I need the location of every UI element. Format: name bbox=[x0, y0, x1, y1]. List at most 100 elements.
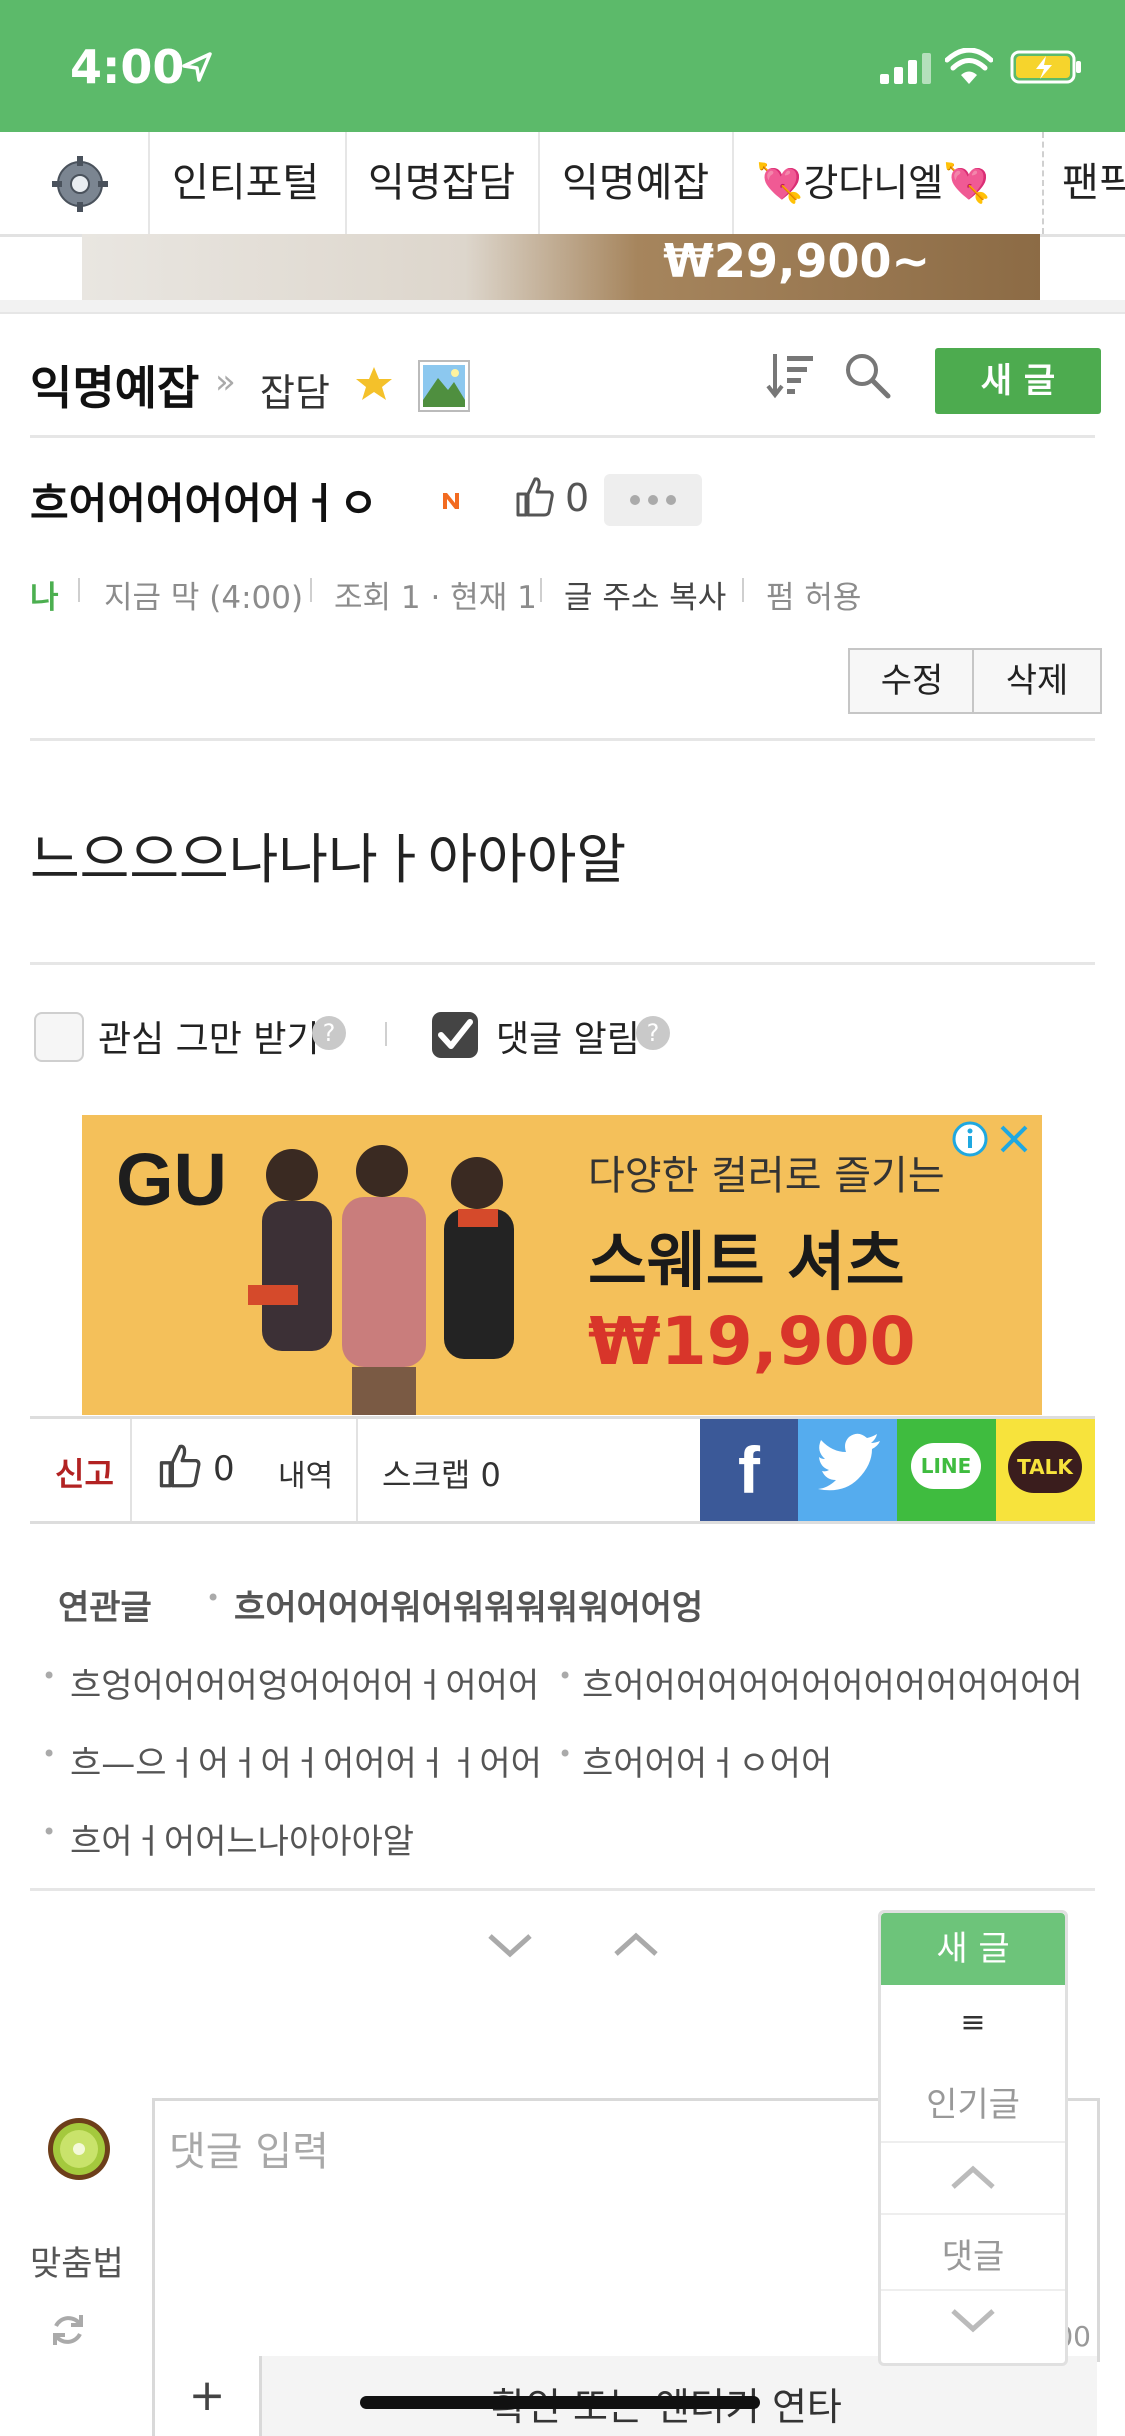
search-icon[interactable] bbox=[842, 350, 892, 404]
tab-anon-entertainment[interactable]: 익명예잡 bbox=[562, 132, 709, 234]
tab-intiportal[interactable]: 인티포털 bbox=[172, 132, 319, 234]
chevron-up-icon[interactable] bbox=[612, 1930, 660, 1964]
home-indicator bbox=[360, 2396, 760, 2409]
float-new-post-button[interactable]: 새 글 bbox=[881, 1913, 1065, 1985]
bullet: • bbox=[558, 1662, 573, 1690]
menu-icon[interactable]: ≡ bbox=[881, 2005, 1065, 2040]
related-item[interactable]: 흐어어어ㅓㅇ어어 bbox=[582, 1736, 832, 1785]
float-comments-link[interactable]: 댓글 bbox=[881, 2229, 1065, 2278]
comment-alert-label[interactable]: 댓글 알림 bbox=[496, 1010, 640, 1062]
like-thumb-icon[interactable] bbox=[515, 474, 555, 522]
chevron-up-icon[interactable] bbox=[949, 2163, 997, 2197]
ad-info-icon[interactable] bbox=[950, 1119, 990, 1163]
divider bbox=[30, 738, 1095, 741]
facebook-share-button[interactable]: f bbox=[700, 1419, 798, 1521]
report-button[interactable]: 신고 bbox=[55, 1449, 114, 1495]
divider bbox=[30, 962, 1095, 965]
wifi-icon bbox=[944, 47, 994, 90]
option-divider bbox=[385, 1022, 387, 1046]
post-author[interactable]: 나 bbox=[30, 572, 59, 617]
post-views: 조회 1 · 현재 1 bbox=[334, 580, 537, 616]
stop-interest-checkbox[interactable] bbox=[34, 1012, 84, 1062]
ad-close-icon[interactable] bbox=[996, 1121, 1032, 1161]
stop-interest-label[interactable]: 관심 그만 받기 bbox=[98, 1010, 320, 1062]
meta-divider bbox=[310, 578, 312, 602]
kakaotalk-label: TALK bbox=[1008, 1441, 1082, 1493]
spell-check-button[interactable]: 맞춤법 bbox=[30, 2236, 124, 2285]
nav-divider bbox=[732, 132, 734, 234]
help-icon[interactable]: ? bbox=[636, 1016, 670, 1050]
bullet: • bbox=[42, 1818, 57, 1846]
post-time: 지금 막 (4:00) bbox=[104, 580, 304, 616]
edit-button[interactable]: 수정 bbox=[848, 648, 976, 714]
divider bbox=[30, 1888, 1095, 1891]
sort-icon[interactable] bbox=[765, 350, 817, 404]
bullet: • bbox=[42, 1662, 57, 1690]
meta-divider bbox=[540, 578, 542, 602]
twitter-share-button[interactable] bbox=[798, 1419, 897, 1521]
settings-gear-icon[interactable] bbox=[50, 154, 110, 218]
line-share-label: LINE bbox=[911, 1443, 981, 1489]
related-item[interactable]: 흐어어어어워어워워워워워어어엉 bbox=[234, 1580, 703, 1629]
related-item[interactable]: 흐엉어어어어엉어어어어ㅓ어어어 bbox=[70, 1658, 560, 1707]
float-divider bbox=[881, 2213, 1065, 2215]
action-bar: 신고 0 내역 스크랩 0 f LINE TALK bbox=[30, 1416, 1095, 1524]
tab-fanfic[interactable]: 팬픽 bbox=[1062, 132, 1125, 234]
copy-url-link[interactable]: 글 주소 복사 bbox=[564, 572, 726, 617]
status-bar: 4:00 bbox=[0, 0, 1125, 132]
related-item[interactable]: 흐어ㅓ어어느나아아아알 bbox=[70, 1814, 414, 1863]
star-icon[interactable] bbox=[355, 366, 393, 406]
like-history-link[interactable]: 내역 bbox=[278, 1451, 333, 1495]
attach-plus-button[interactable]: + bbox=[155, 2356, 262, 2436]
board-category[interactable]: 잡담 bbox=[260, 362, 330, 417]
signal-icon bbox=[880, 52, 932, 88]
related-item[interactable]: 흐—으ㅓ어ㅓ어ㅓ어어어ㅓㅓ어어 bbox=[70, 1736, 560, 1785]
ad-price: ₩19,900 bbox=[588, 1303, 916, 1380]
delete-button[interactable]: 삭제 bbox=[972, 648, 1102, 714]
battery-icon bbox=[1010, 50, 1084, 88]
more-options-button[interactable] bbox=[604, 474, 702, 526]
bullet: • bbox=[206, 1584, 221, 1612]
top-ad-banner[interactable]: ₩29,900~ bbox=[82, 234, 1040, 300]
post-like-count: 0 bbox=[565, 476, 590, 520]
line-share-button[interactable]: LINE bbox=[897, 1419, 996, 1521]
tab-kang-daniel[interactable]: 💘강다니엘💘 bbox=[756, 132, 990, 234]
ad-brand: GU bbox=[116, 1138, 227, 1221]
nav-divider bbox=[1042, 132, 1046, 234]
top-nav: 인티포털 익명잡담 익명예잡 💘강다니엘💘 팬픽 bbox=[0, 132, 1125, 237]
refresh-icon[interactable] bbox=[48, 2310, 88, 2354]
chevron-down-icon[interactable] bbox=[949, 2305, 997, 2339]
new-post-button[interactable]: 새 글 bbox=[935, 348, 1101, 414]
more-dots-icon bbox=[630, 495, 676, 505]
comment-placeholder: 댓글 입력 bbox=[169, 2129, 329, 2175]
ad-banner[interactable]: GU 다양한 컬러로 즐기는 스웨트 셔츠 ₩19,900 bbox=[82, 1115, 1042, 1415]
ad-product: 스웨트 셔츠 bbox=[588, 1226, 905, 1300]
comment-alert-checkbox[interactable] bbox=[430, 1010, 480, 1064]
related-item[interactable]: 흐어어어어어어어어어어어어어어어어 bbox=[582, 1658, 1082, 1707]
scrap-button[interactable]: 스크랩 0 bbox=[382, 1450, 501, 1496]
tab-anon-chat[interactable]: 익명잡담 bbox=[368, 132, 515, 234]
float-divider bbox=[881, 2141, 1065, 2143]
chevron-down-icon[interactable] bbox=[486, 1930, 534, 1964]
twitter-bird-icon bbox=[818, 1433, 880, 1491]
related-label: 연관글 bbox=[58, 1588, 152, 1628]
ad-tagline: 다양한 컬러로 즐기는 bbox=[588, 1153, 945, 1199]
bullet: • bbox=[42, 1740, 57, 1768]
float-popular-link[interactable]: 인기글 bbox=[881, 2077, 1065, 2126]
help-icon[interactable]: ? bbox=[312, 1016, 346, 1050]
section-gap bbox=[0, 300, 1125, 314]
nav-divider bbox=[148, 132, 150, 234]
nav-divider bbox=[345, 132, 347, 234]
banner-price: ₩29,900~ bbox=[663, 234, 930, 288]
landscape-image-icon[interactable] bbox=[418, 360, 470, 416]
location-arrow-icon bbox=[180, 50, 214, 88]
ad-models-image bbox=[248, 1145, 514, 1415]
bullet: • bbox=[558, 1740, 573, 1768]
action-divider bbox=[130, 1419, 132, 1521]
status-time: 4:00 bbox=[70, 40, 185, 94]
floating-nav-panel: 새 글 ≡ 인기글 댓글 bbox=[878, 1910, 1068, 2366]
board-title[interactable]: 익명예잡 bbox=[30, 352, 199, 418]
share-permission: 펌 허용 bbox=[766, 580, 862, 616]
like-thumb-icon[interactable] bbox=[158, 1441, 202, 1493]
kakaotalk-share-button[interactable]: TALK bbox=[996, 1419, 1095, 1521]
